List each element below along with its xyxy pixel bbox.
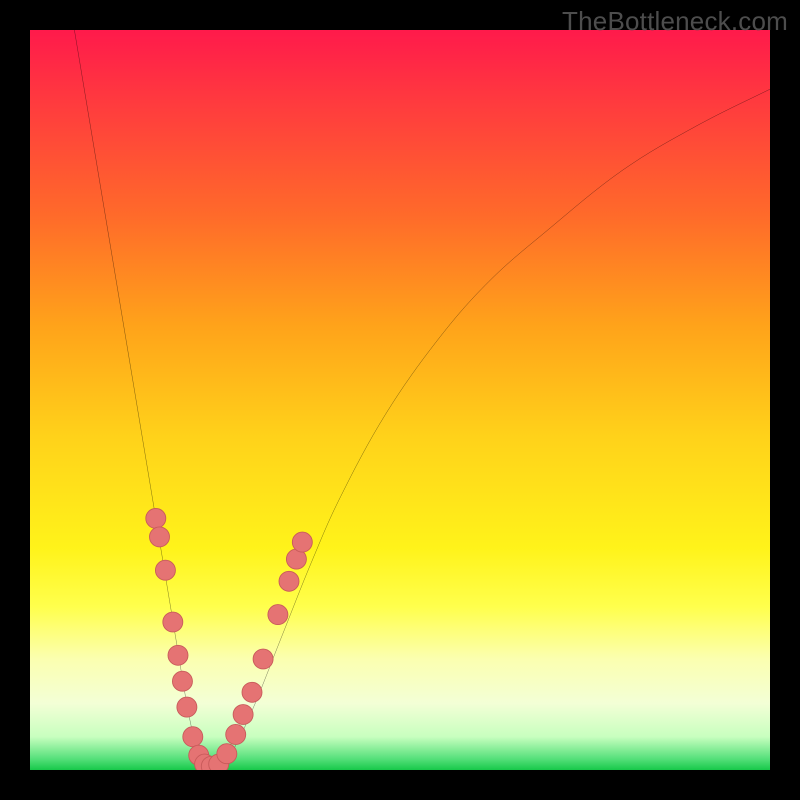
curve-marker: [172, 671, 192, 691]
curve-marker: [146, 508, 166, 528]
curve-markers: [146, 508, 313, 770]
curve-marker: [233, 705, 253, 725]
chart-svg: [30, 30, 770, 770]
curve-marker: [168, 645, 188, 665]
curve-marker: [279, 571, 299, 591]
watermark-text: TheBottleneck.com: [562, 6, 788, 37]
curve-marker: [183, 727, 203, 747]
curve-marker: [253, 649, 273, 669]
chart-frame: TheBottleneck.com: [0, 0, 800, 800]
curve-marker: [155, 560, 175, 580]
curve-marker: [292, 532, 312, 552]
curve-marker: [268, 605, 288, 625]
curve-marker: [242, 682, 262, 702]
curve-marker: [217, 744, 237, 764]
curve-marker: [226, 724, 246, 744]
curve-marker: [177, 697, 197, 717]
curve-marker: [163, 612, 183, 632]
curve-marker: [150, 527, 170, 547]
plot-area: [30, 30, 770, 770]
